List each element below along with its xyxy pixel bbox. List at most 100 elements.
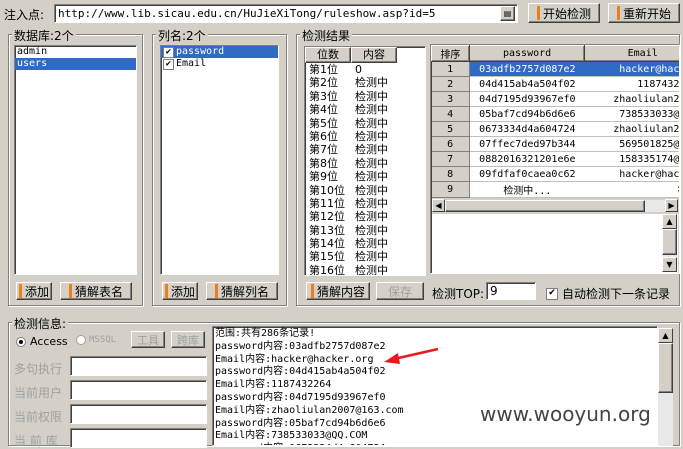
email-cell[interactable]: hacker@hacker bbox=[584, 166, 679, 182]
button-accent bbox=[536, 6, 540, 20]
bit-row[interactable]: 第3位 检测中 bbox=[305, 90, 425, 103]
password-cell[interactable]: 03adfb2757d087e2 bbox=[469, 61, 585, 77]
add-table-button[interactable]: 添加 bbox=[16, 282, 52, 300]
auto-next-checkbox[interactable]: ✔ 自动检测下一条记录 bbox=[546, 285, 670, 302]
perm-input[interactable] bbox=[70, 404, 207, 424]
bit-row[interactable]: 第15位 检测中 bbox=[305, 250, 425, 263]
scroll-up-icon[interactable]: ▲ bbox=[662, 214, 677, 229]
table-row[interactable]: 50673334d4a604724zhaoliulan2007 bbox=[431, 121, 679, 137]
restart-button[interactable]: 重新开始 bbox=[608, 3, 680, 23]
table-row[interactable]: 70882016321201e6e158335174@qq. bbox=[431, 151, 679, 167]
guess-content-button[interactable]: 猜解内容 bbox=[306, 282, 370, 300]
password-cell[interactable]: 0673334d4a604724 bbox=[469, 121, 585, 137]
bit-row[interactable]: 第8位 检测中 bbox=[305, 157, 425, 170]
grid-vscrollbar[interactable]: ▲ ▼ bbox=[662, 214, 677, 272]
password-cell[interactable]: 09fdfaf0caea0c62 bbox=[469, 166, 585, 182]
grid-hscroll-thumb[interactable] bbox=[445, 200, 645, 212]
email-cell[interactable]: 1187432264 bbox=[584, 76, 679, 92]
db-input[interactable] bbox=[70, 428, 207, 448]
database-list[interactable]: admin users bbox=[14, 45, 137, 275]
bit-row[interactable]: 第14位 检测中 bbox=[305, 237, 425, 250]
bit-row[interactable]: 第10位 检测中 bbox=[305, 184, 425, 197]
database-item-users[interactable]: users bbox=[15, 58, 136, 70]
checkbox-checked-icon[interactable]: ✔ bbox=[163, 58, 174, 70]
email-cell[interactable]: zhaoliulan2007 bbox=[584, 91, 679, 107]
table-row[interactable]: 103adfb2757d087e2hacker@hacker bbox=[431, 61, 679, 77]
cross-db-button[interactable]: 跨库 bbox=[171, 331, 205, 348]
url-history-icon[interactable]: ▤ bbox=[500, 6, 515, 21]
mssql-radio[interactable]: MSSQL bbox=[76, 335, 116, 345]
log-line: password内容:04d415ab4a504f02 bbox=[215, 366, 386, 378]
scroll-up-icon[interactable]: ▲ bbox=[658, 328, 673, 343]
column-list[interactable]: ✔ password ✔ Email bbox=[160, 45, 279, 275]
table-row[interactable]: 9检测中...等待 bbox=[431, 181, 679, 198]
scroll-down-icon[interactable]: ▼ bbox=[662, 257, 677, 272]
grid-hscrollbar[interactable]: ◀ ▶ bbox=[432, 199, 678, 212]
email-cell[interactable]: hacker@hacker bbox=[584, 61, 679, 77]
exec-input[interactable] bbox=[70, 356, 207, 376]
scroll-left-icon[interactable]: ◀ bbox=[432, 199, 445, 212]
email-cell[interactable]: 738533033@QQ. bbox=[584, 106, 679, 122]
exec-label: 多句执行 bbox=[14, 362, 63, 376]
pos-header[interactable]: 位数 bbox=[305, 47, 351, 63]
column-item-email[interactable]: ✔ Email bbox=[161, 58, 278, 70]
bit-row[interactable]: 第16位 检测中 bbox=[305, 264, 425, 275]
url-input[interactable]: http://www.lib.sicau.edu.cn/HuJieXiTong/… bbox=[54, 4, 518, 23]
email-cell[interactable]: zhaoliulan2007 bbox=[584, 121, 679, 137]
database-item-admin[interactable]: admin bbox=[15, 46, 136, 58]
password-cell[interactable]: 检测中... bbox=[469, 181, 585, 198]
bit-result-list[interactable]: 位数 内容 第1位 0 第2位 检测中 第3位 检测中 第4位 检测中 第5位 检测中 第6位 检测中… bbox=[304, 46, 426, 276]
bit-row[interactable]: 第13位 检测中 bbox=[305, 224, 425, 237]
user-input[interactable] bbox=[70, 380, 207, 400]
grid-vscroll-thumb[interactable] bbox=[662, 229, 677, 255]
email-header[interactable]: Email bbox=[584, 45, 679, 62]
guess-columns-button[interactable]: 猜解列名 bbox=[206, 282, 278, 300]
checkbox-checked-icon[interactable]: ✔ bbox=[546, 287, 558, 300]
table-row[interactable]: 809fdfaf0caea0c62hacker@hacker bbox=[431, 166, 679, 182]
radio-empty-icon[interactable] bbox=[76, 335, 86, 345]
table-row[interactable]: 607ffec7ded97b344569501825@qq. bbox=[431, 136, 679, 152]
password-cell[interactable]: 04d415ab4a504f02 bbox=[469, 76, 585, 92]
log-vscrollbar[interactable]: ▲ bbox=[658, 328, 673, 446]
bit-row[interactable]: 第9位 检测中 bbox=[305, 170, 425, 183]
bit-row[interactable]: 第1位 0 bbox=[305, 63, 425, 76]
guess-tables-button[interactable]: 猜解表名 bbox=[60, 282, 132, 300]
access-radio[interactable]: Access bbox=[16, 335, 68, 348]
password-header[interactable]: password bbox=[468, 45, 586, 62]
bit-value: 检测中 bbox=[355, 129, 388, 143]
log-vscroll-thumb[interactable] bbox=[658, 343, 673, 393]
column-item-label: Email bbox=[176, 58, 207, 69]
email-cell[interactable]: 569501825@qq. bbox=[584, 136, 679, 152]
bit-row[interactable]: 第11位 检测中 bbox=[305, 197, 425, 210]
password-cell[interactable]: 05baf7cd94b6d6e6 bbox=[469, 106, 585, 122]
content-header[interactable]: 内容 bbox=[351, 47, 397, 63]
password-cell[interactable]: 07ffec7ded97b344 bbox=[469, 136, 585, 152]
table-row[interactable]: 304d7195d93967ef0zhaoliulan2007 bbox=[431, 91, 679, 107]
bit-position: 第5位 bbox=[309, 116, 338, 130]
add-column-button[interactable]: 添加 bbox=[162, 282, 198, 300]
bit-row[interactable]: 第12位 检测中 bbox=[305, 210, 425, 223]
bit-row[interactable]: 第7位 检测中 bbox=[305, 143, 425, 156]
top-input[interactable]: 9 bbox=[486, 282, 536, 300]
save-button[interactable]: 保存 bbox=[376, 282, 424, 300]
password-cell[interactable]: 0882016321201e6e bbox=[469, 151, 585, 167]
email-cell[interactable]: 等待 bbox=[584, 181, 679, 198]
bit-value: 检测中 bbox=[355, 89, 388, 103]
bit-row[interactable]: 第4位 检测中 bbox=[305, 103, 425, 116]
table-row[interactable]: 405baf7cd94b6d6e6738533033@QQ. bbox=[431, 106, 679, 122]
scroll-right-icon[interactable]: ▶ bbox=[665, 199, 678, 212]
log-textarea[interactable]: 范围:共有286条记录! password内容:03adfb2757d087e2 E… bbox=[212, 326, 658, 446]
table-row[interactable]: 204d415ab4a504f021187432264 bbox=[431, 76, 679, 92]
start-detect-button[interactable]: 开始检测 bbox=[528, 3, 600, 23]
password-cell[interactable]: 04d7195d93967ef0 bbox=[469, 91, 585, 107]
tools-button[interactable]: 工具 bbox=[131, 331, 165, 348]
bit-row[interactable]: 第2位 检测中 bbox=[305, 76, 425, 89]
radio-selected-icon[interactable] bbox=[16, 336, 26, 347]
bit-value: 检测中 bbox=[355, 210, 388, 224]
bit-row[interactable]: 第5位 检测中 bbox=[305, 117, 425, 130]
bit-row[interactable]: 第6位 检测中 bbox=[305, 130, 425, 143]
email-cell[interactable]: 158335174@qq. bbox=[584, 151, 679, 167]
column-item-password[interactable]: ✔ password bbox=[161, 46, 278, 58]
sort-header[interactable]: 排序 bbox=[431, 45, 470, 62]
checkbox-checked-icon[interactable]: ✔ bbox=[163, 46, 174, 58]
